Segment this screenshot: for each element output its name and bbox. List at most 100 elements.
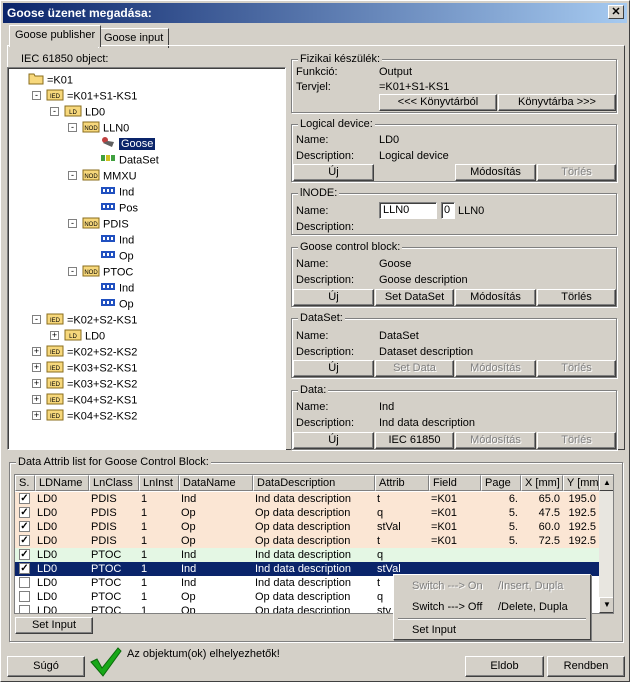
tree-node[interactable]: IED =K02+S2-KS1 bbox=[46, 311, 137, 327]
data-delete-button[interactable]: Törlés bbox=[537, 432, 616, 449]
gcb-desc-label: Description: bbox=[296, 274, 355, 286]
context-menu-item[interactable]: Switch ---> Off/Delete, Dupla bbox=[396, 598, 588, 616]
tree-node-label: =K03+S2-KS1 bbox=[67, 362, 138, 375]
tab-goose-publisher[interactable]: Goose publisher bbox=[9, 25, 102, 47]
table-cell: PTOC bbox=[91, 549, 122, 561]
column-header[interactable]: Attrib bbox=[375, 475, 429, 491]
discard-button[interactable]: Eldob bbox=[465, 656, 544, 677]
close-button[interactable]: ✕ bbox=[608, 5, 624, 19]
gcb-set-dataset-button[interactable]: Set DataSet bbox=[375, 289, 454, 306]
lnode-inst-field[interactable]: 0 bbox=[441, 202, 455, 219]
tree-expander[interactable]: + bbox=[32, 363, 41, 372]
ds-delete-button[interactable]: Törlés bbox=[537, 360, 616, 377]
svg-text:IED: IED bbox=[50, 382, 61, 388]
tree-expander[interactable]: + bbox=[50, 331, 59, 340]
tree-expander[interactable]: - bbox=[32, 91, 41, 100]
table-cell: Ind data description bbox=[255, 493, 352, 505]
tree-node[interactable]: IED =K02+S2-KS2 bbox=[46, 343, 137, 359]
tree-expander[interactable]: - bbox=[68, 171, 77, 180]
row-checkbox[interactable] bbox=[19, 605, 30, 613]
table-row[interactable]: ✓ LD0 PDIS 1 Op Op data description stVal =K01 5… bbox=[15, 520, 599, 534]
tree-node[interactable]: NOD MMXU bbox=[82, 167, 137, 183]
tree-expander[interactable]: - bbox=[68, 219, 77, 228]
tree-node[interactable]: IED =K01+S1-KS1 bbox=[46, 87, 137, 103]
tree-node[interactable]: Op bbox=[100, 247, 134, 263]
column-header[interactable]: X [mm] bbox=[521, 475, 563, 491]
context-menu-item[interactable]: Switch ---> On/Insert, Dupla bbox=[396, 577, 588, 595]
column-header[interactable]: LDName bbox=[35, 475, 89, 491]
tree-node[interactable]: IED =K03+S2-KS1 bbox=[46, 359, 137, 375]
tree-node[interactable]: IED =K04+S2-KS1 bbox=[46, 391, 137, 407]
tree-node[interactable]: NOD PDIS bbox=[82, 215, 129, 231]
tree-expander[interactable]: + bbox=[32, 379, 41, 388]
column-header[interactable]: S. bbox=[15, 475, 35, 491]
tree-node[interactable]: Pos bbox=[100, 199, 138, 215]
data-iec61850-button[interactable]: IEC 61850 bbox=[375, 432, 454, 449]
gcb-modify-button[interactable]: Módosítás bbox=[455, 289, 536, 306]
row-checkbox[interactable]: ✓ bbox=[19, 521, 30, 532]
tree-expander[interactable]: + bbox=[32, 347, 41, 356]
table-row[interactable]: ✓ LD0 PTOC 1 Ind Ind data description q bbox=[15, 548, 599, 562]
tree-node[interactable]: Ind bbox=[100, 279, 134, 295]
to-library-button[interactable]: Könyvtárba >>> bbox=[498, 94, 616, 111]
tree-node[interactable]: DataSet bbox=[100, 151, 159, 167]
ds-modify-button[interactable]: Módosítás bbox=[455, 360, 536, 377]
column-header[interactable]: LnInst bbox=[139, 475, 179, 491]
tree-node[interactable]: IED =K03+S2-KS2 bbox=[46, 375, 137, 391]
table-cell bbox=[521, 548, 563, 562]
scroll-down-icon[interactable]: ▼ bbox=[599, 597, 613, 613]
tree-node[interactable]: =K01 bbox=[28, 71, 73, 87]
tree-node[interactable]: LD LD0 bbox=[64, 327, 105, 343]
row-checkbox[interactable]: ✓ bbox=[19, 549, 30, 560]
ld-modify-button[interactable]: Módosítás bbox=[455, 164, 536, 181]
tree-node[interactable]: Goose bbox=[100, 135, 156, 151]
row-checkbox[interactable] bbox=[19, 577, 30, 588]
tree-node[interactable]: NOD PTOC bbox=[82, 263, 133, 279]
row-checkbox[interactable]: ✓ bbox=[19, 563, 30, 574]
column-header[interactable]: DataName bbox=[179, 475, 253, 491]
ds-set-data-button[interactable]: Set Data bbox=[375, 360, 454, 377]
tree-node[interactable]: LD LD0 bbox=[64, 103, 105, 119]
help-button[interactable]: Súgó bbox=[7, 656, 85, 677]
ld-new-button[interactable]: Új bbox=[293, 164, 374, 181]
tree-expander[interactable]: - bbox=[68, 267, 77, 276]
row-checkbox[interactable]: ✓ bbox=[19, 535, 30, 546]
row-checkbox[interactable]: ✓ bbox=[19, 493, 30, 504]
context-menu-item[interactable]: Set Input bbox=[396, 621, 588, 639]
tree-expander[interactable]: + bbox=[32, 395, 41, 404]
tree-node[interactable]: IED =K04+S2-KS2 bbox=[46, 407, 137, 423]
ld-delete-button[interactable]: Törlés bbox=[537, 164, 616, 181]
gcb-delete-button[interactable]: Törlés bbox=[537, 289, 616, 306]
set-input-button[interactable]: Set Input bbox=[15, 617, 93, 634]
table-row[interactable]: ✓ LD0 PDIS 1 Op Op data description q =K01 5. 47.… bbox=[15, 506, 599, 520]
grid-scrollbar[interactable]: ▲ ▼ bbox=[599, 475, 613, 613]
tree-expander[interactable]: + bbox=[32, 411, 41, 420]
from-library-button[interactable]: <<< Könyvtárból bbox=[379, 94, 497, 111]
scroll-up-icon[interactable]: ▲ bbox=[599, 475, 613, 491]
tree-node[interactable]: NOD LLN0 bbox=[82, 119, 129, 135]
row-checkbox[interactable]: ✓ bbox=[19, 507, 30, 518]
column-header[interactable]: LnClass bbox=[89, 475, 139, 491]
column-header[interactable]: DataDescription bbox=[253, 475, 375, 491]
tree-expander[interactable]: - bbox=[32, 315, 41, 324]
gcb-new-button[interactable]: Új bbox=[293, 289, 374, 306]
tree-expander[interactable]: - bbox=[50, 107, 59, 116]
table-cell: t bbox=[377, 535, 381, 547]
row-checkbox[interactable] bbox=[19, 591, 30, 602]
data-new-button[interactable]: Új bbox=[293, 432, 374, 449]
ds-new-button[interactable]: Új bbox=[293, 360, 374, 377]
tree-node[interactable]: Ind bbox=[100, 183, 134, 199]
column-header[interactable]: Y [mm] bbox=[563, 475, 599, 491]
column-header[interactable]: Field bbox=[429, 475, 481, 491]
lnode-class-field[interactable]: LLN0 bbox=[379, 202, 437, 219]
tree-node[interactable]: Op bbox=[100, 295, 134, 311]
tree-expander[interactable]: - bbox=[68, 123, 77, 132]
ok-button[interactable]: Rendben bbox=[547, 656, 625, 677]
table-row[interactable]: ✓ LD0 PDIS 1 Ind Ind data description t =K01 6. 6… bbox=[15, 492, 599, 506]
object-tree[interactable]: =K01- IED =K01+S1-KS1- LD LD0- NOD LLN0 Goose Da… bbox=[7, 67, 286, 450]
data-modify-button[interactable]: Módosítás bbox=[455, 432, 536, 449]
column-header[interactable]: Page bbox=[481, 475, 521, 491]
table-cell: Op data description bbox=[255, 535, 351, 547]
table-row[interactable]: ✓ LD0 PDIS 1 Op Op data description t =K01 5. 72.… bbox=[15, 534, 599, 548]
tree-node[interactable]: Ind bbox=[100, 231, 134, 247]
